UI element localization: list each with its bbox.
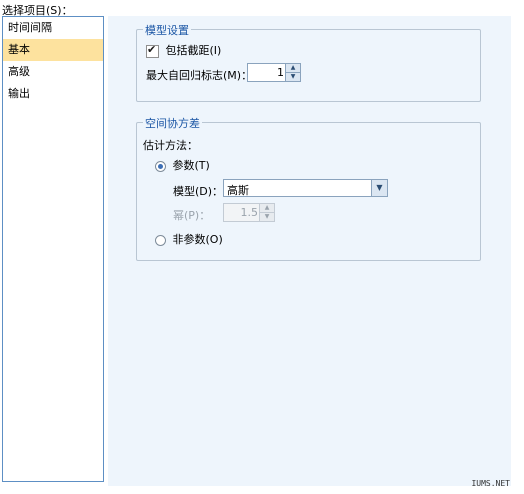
spinner-up-icon[interactable]: ▲ — [286, 64, 300, 73]
nonparametric-label[interactable]: 非参数(O) — [173, 233, 223, 246]
nonparametric-radio[interactable] — [155, 234, 166, 246]
spinner-down-icon[interactable]: ▼ — [260, 213, 274, 221]
spinner-down-icon[interactable]: ▼ — [286, 73, 300, 81]
power-spinner[interactable]: 1.5 ▲ ▼ — [223, 203, 275, 222]
parametric-radio-row: 参数(T) — [155, 157, 210, 173]
chevron-down-icon[interactable]: ▼ — [371, 180, 387, 196]
radio-selected-dot — [158, 163, 163, 169]
parametric-label[interactable]: 参数(T) — [173, 159, 210, 172]
spatial-covariance-group: 空间协方差 估计方法： 参数(T) 模型(D)： 高斯 ▼ 幂(P)： 1.5 … — [136, 115, 481, 261]
max-autoregressive-value[interactable]: 1 — [277, 66, 284, 79]
spatial-covariance-title: 空间协方差 — [143, 115, 202, 131]
power-label: 幂(P)： — [173, 209, 211, 222]
sidebar-item-basic[interactable]: 基本 — [3, 39, 103, 61]
items-list: 时间间隔 基本 高级 输出 — [2, 16, 104, 482]
spinner-buttons: ▲ ▼ — [259, 204, 274, 221]
spinner-up-icon[interactable]: ▲ — [260, 204, 274, 213]
settings-panel: 模型设置 ✔ 包括截距(I) 最大自回归标志(M)： 1 ▲ ▼ 空间协方差 估… — [108, 16, 511, 486]
checkmark-icon: ✔ — [147, 42, 157, 56]
model-select[interactable]: 高斯 ▼ — [223, 179, 388, 197]
max-autoregressive-label: 最大自回归标志(M)： — [146, 69, 253, 82]
model-label: 模型(D)： — [173, 185, 224, 198]
model-select-value: 高斯 — [227, 184, 249, 197]
model-settings-group: 模型设置 ✔ 包括截距(I) 最大自回归标志(M)： 1 ▲ ▼ — [136, 22, 481, 102]
max-autoregressive-spinner[interactable]: 1 ▲ ▼ — [247, 63, 301, 82]
include-intercept-label[interactable]: 包括截距(I) — [166, 44, 222, 57]
model-settings-title: 模型设置 — [143, 22, 191, 38]
sidebar-item-advanced[interactable]: 高级 — [3, 61, 103, 83]
parametric-radio[interactable] — [155, 160, 166, 172]
include-intercept-row: ✔ 包括截距(I) — [146, 42, 221, 58]
sidebar-item-output[interactable]: 输出 — [3, 83, 103, 105]
include-intercept-checkbox[interactable]: ✔ — [146, 42, 159, 58]
estimation-method-label: 估计方法： — [143, 139, 198, 152]
sidebar-item-time-interval[interactable]: 时间间隔 — [3, 17, 103, 39]
spinner-buttons: ▲ ▼ — [285, 64, 300, 81]
nonparametric-radio-row: 非参数(O) — [155, 231, 223, 247]
power-value[interactable]: 1.5 — [241, 206, 259, 219]
watermark: IUMS.NET — [471, 479, 510, 488]
